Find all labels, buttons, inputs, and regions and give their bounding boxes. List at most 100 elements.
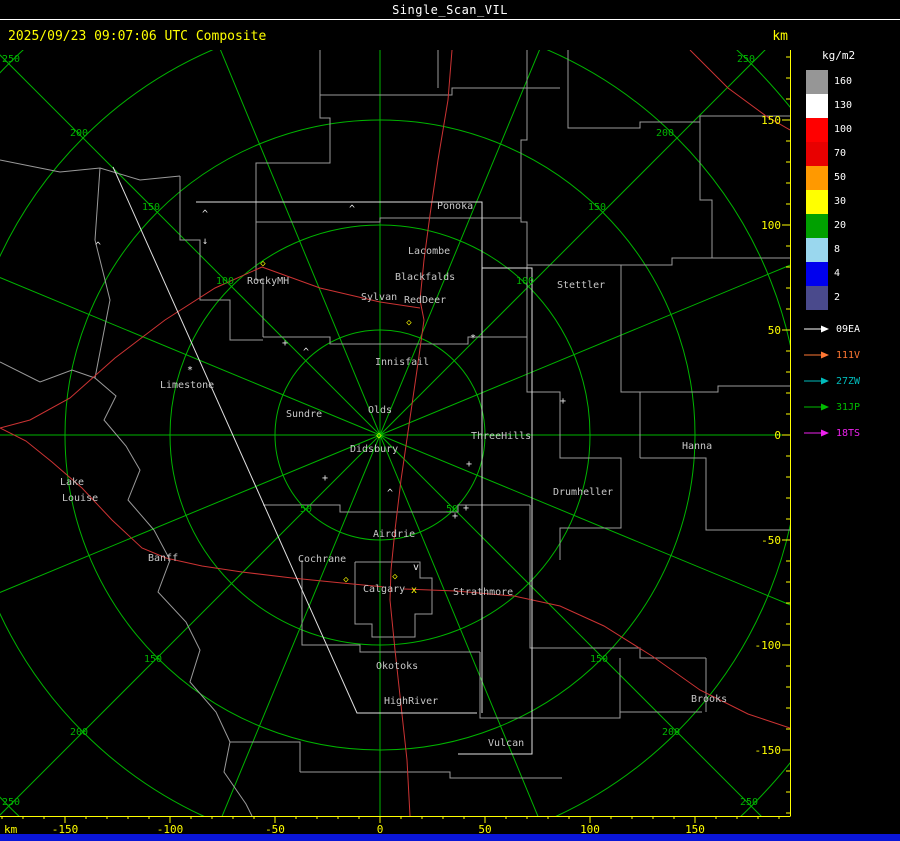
azimuth-spoke xyxy=(0,434,381,816)
town-label: Okotoks xyxy=(376,661,418,672)
radar-station-legend: 09EA 111V 27ZW 31JP 18TS xyxy=(802,316,860,446)
station-arrow-icon xyxy=(804,429,829,437)
y-axis-label: -150 xyxy=(755,744,782,757)
town-label: Hanna xyxy=(682,441,712,452)
plus-marker: + xyxy=(466,459,472,470)
station-arrow-icon xyxy=(804,351,829,359)
town-label: Banff xyxy=(148,553,178,564)
town-label: Brooks xyxy=(691,694,727,705)
town-label: Stettler xyxy=(557,280,605,291)
town-label: Calgary xyxy=(363,584,405,595)
y-axis-label: 100 xyxy=(761,219,781,232)
station-legend-row: 31JP xyxy=(802,394,860,420)
town-label: Blackfalds xyxy=(395,272,455,283)
range-ring-label: 250 xyxy=(737,54,755,65)
radar-application-window: { "window": { "title": "Single_Scan_VIL"… xyxy=(0,0,900,841)
town-label: Sylvan xyxy=(361,292,397,303)
range-ring-label: 200 xyxy=(70,727,88,738)
range-ring xyxy=(0,50,790,816)
range-ring-label: 200 xyxy=(662,727,680,738)
station-legend-row: 27ZW xyxy=(802,368,860,394)
town-label: Olds xyxy=(368,405,392,416)
town-label: Didsbury xyxy=(350,444,398,455)
county-boundary xyxy=(320,87,560,96)
station-arrow-icon xyxy=(804,325,829,333)
station-legend-row: 18TS xyxy=(802,420,860,446)
caret-marker: ^ xyxy=(349,204,355,215)
y-axis-label: -100 xyxy=(755,639,782,652)
town-label: Innisfail xyxy=(375,357,429,368)
y-axis-label: 0 xyxy=(774,429,781,442)
diamond-marker: ◇ xyxy=(343,575,349,585)
county-boundary xyxy=(300,771,562,779)
highway xyxy=(0,266,263,429)
county-boundary xyxy=(255,50,331,222)
vil-scale-cell xyxy=(806,118,828,142)
town-label: HighRiver xyxy=(384,696,438,707)
range-ring-label: 150 xyxy=(144,654,162,665)
caret-marker: ^ xyxy=(387,488,393,499)
county-boundary xyxy=(0,159,181,181)
station-id-label: 09EA xyxy=(836,323,861,335)
legend-unit-label: kg/m2 xyxy=(822,49,856,62)
county-boundary xyxy=(620,265,641,458)
vee-marker: v xyxy=(413,562,419,573)
vil-scale-cell xyxy=(806,262,828,286)
range-ring-label: 100 xyxy=(516,276,534,287)
y-axis-label: 50 xyxy=(768,324,781,337)
county-boundary xyxy=(526,337,622,560)
plus-marker: + xyxy=(322,473,328,484)
vil-scale-value: 130 xyxy=(834,100,853,111)
azimuth-spoke xyxy=(219,50,381,436)
vil-scale-cell xyxy=(806,94,828,118)
vil-scale-value: 2 xyxy=(834,292,841,303)
town-label: Ponoka xyxy=(437,201,473,212)
y-axis-label: 150 xyxy=(761,114,781,127)
town-label: Lake xyxy=(60,477,84,488)
county-boundary xyxy=(640,457,790,531)
asterisk-marker: * xyxy=(470,333,476,344)
diamond-marker: ◇ xyxy=(406,318,412,328)
vil-scale-cell xyxy=(806,142,828,166)
vil-scale-value: 50 xyxy=(834,172,847,183)
station-legend-row: 09EA xyxy=(802,316,860,342)
vil-scale-value: 20 xyxy=(834,220,847,231)
vil-color-scale-labels: 160 130 100 70 50 30 20 8 4 2 xyxy=(834,70,852,310)
vil-scale-value: 8 xyxy=(834,244,841,255)
caret-marker: ^ xyxy=(95,241,101,252)
town-label: ThreeHills xyxy=(471,431,531,442)
vil-scale-cell xyxy=(806,286,828,310)
caret-marker: ^ xyxy=(202,209,208,220)
station-arrow-icon xyxy=(804,377,829,385)
town-label: Sundre xyxy=(286,409,322,420)
vil-scale-value: 70 xyxy=(834,148,847,159)
range-ring-label: 50 xyxy=(300,504,312,515)
vil-scale-value: 4 xyxy=(834,268,841,279)
diamond-marker: ◇ xyxy=(260,259,266,269)
vil-color-scale xyxy=(806,70,828,310)
county-boundary xyxy=(256,217,521,223)
town-label: Vulcan xyxy=(488,738,524,749)
station-id-label: 31JP xyxy=(836,401,861,413)
station-id-label: 111V xyxy=(836,349,861,361)
vil-scale-value: 100 xyxy=(834,124,853,135)
azimuth-spoke xyxy=(0,277,381,436)
station-id-label: 18TS xyxy=(836,427,861,439)
cross-marker: x xyxy=(411,585,417,596)
vil-scale-cell xyxy=(806,166,828,190)
plus-marker: + xyxy=(560,396,566,407)
diamond-marker: ◇ xyxy=(376,431,382,441)
range-ring-label: 150 xyxy=(588,202,606,213)
range-ring-label: 100 xyxy=(216,276,234,287)
county-boundary xyxy=(0,361,96,383)
county-boundary xyxy=(230,741,301,772)
taskbar-strip xyxy=(0,834,900,841)
station-legend-row: 111V xyxy=(802,342,860,368)
county-boundary xyxy=(179,176,263,341)
vil-scale-value: 160 xyxy=(834,76,853,87)
county-boundary xyxy=(567,50,790,129)
town-label: Airdrie xyxy=(373,529,415,540)
town-label: Lacombe xyxy=(408,246,450,257)
diamond-marker: ◇ xyxy=(392,572,398,582)
range-ring-label: 250 xyxy=(2,54,20,65)
